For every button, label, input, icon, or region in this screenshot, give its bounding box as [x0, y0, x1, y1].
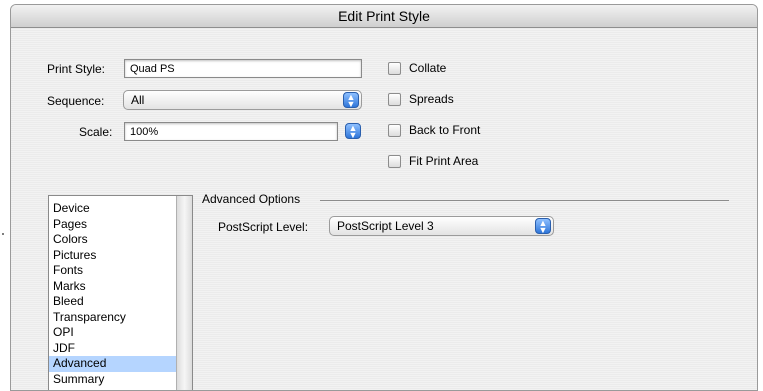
- list-item-device[interactable]: Device: [49, 201, 176, 217]
- sequence-popup[interactable]: All ▲ ▼: [123, 90, 362, 110]
- postscript-level-popup[interactable]: PostScript Level 3 ▲ ▼: [329, 216, 554, 236]
- list-item-opi[interactable]: OPI: [49, 325, 176, 341]
- popup-arrows-icon: ▲ ▼: [535, 218, 551, 235]
- print-style-field[interactable]: Quad PS: [124, 59, 362, 78]
- category-list[interactable]: Device Pages Colors Pictures Fonts Marks…: [48, 195, 193, 390]
- postscript-level-label: PostScript Level:: [218, 220, 309, 234]
- sequence-value: All: [131, 93, 145, 107]
- list-item-advanced[interactable]: Advanced: [49, 356, 176, 372]
- window-title: Edit Print Style: [11, 5, 757, 28]
- list-item-summary[interactable]: Summary: [49, 372, 176, 388]
- back-to-front-label: Back to Front: [409, 123, 481, 137]
- list-scrollbar[interactable]: [176, 196, 192, 390]
- list-item-pages[interactable]: Pages: [49, 217, 176, 233]
- scale-label: Scale:: [79, 125, 113, 139]
- list-item-pictures[interactable]: Pictures: [49, 248, 176, 264]
- popup-arrows-icon: ▲ ▼: [343, 92, 359, 109]
- group-divider: [320, 200, 729, 201]
- postscript-level-value: PostScript Level 3: [337, 219, 434, 233]
- back-to-front-checkbox[interactable]: [388, 124, 401, 137]
- list-item-fonts[interactable]: Fonts: [49, 263, 176, 279]
- collate-checkbox[interactable]: [388, 62, 401, 75]
- spreads-label: Spreads: [409, 92, 454, 106]
- list-item-colors[interactable]: Colors: [49, 232, 176, 248]
- spreads-checkbox[interactable]: [388, 93, 401, 106]
- list-item-bleed[interactable]: Bleed: [49, 294, 176, 310]
- list-item-jdf[interactable]: JDF: [49, 341, 176, 357]
- sequence-label: Sequence:: [47, 94, 105, 108]
- list-item-transparency[interactable]: Transparency: [49, 310, 176, 326]
- scale-field[interactable]: 100%: [124, 122, 338, 141]
- advanced-options-heading: Advanced Options: [202, 192, 301, 206]
- list-item-marks[interactable]: Marks: [49, 279, 176, 295]
- print-style-label: Print Style:: [47, 62, 106, 76]
- fit-print-area-checkbox[interactable]: [388, 155, 401, 168]
- collate-label: Collate: [409, 61, 447, 75]
- fit-print-area-label: Fit Print Area: [409, 154, 479, 168]
- stray-dot: [2, 233, 4, 235]
- edit-print-style-dialog: Edit Print Style Print Style: Quad PS Se…: [10, 4, 758, 391]
- scale-stepper[interactable]: ▲ ▼: [345, 123, 361, 140]
